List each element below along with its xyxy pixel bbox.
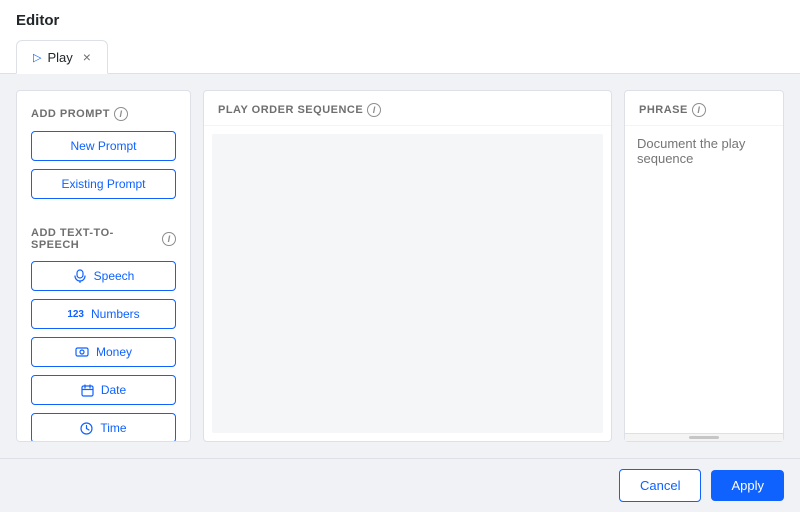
footer: Cancel Apply (0, 458, 800, 512)
middle-panel: PLAY ORDER SEQUENCE i (203, 90, 612, 442)
phrase-textarea[interactable] (637, 136, 771, 423)
resize-handle-area (625, 433, 783, 441)
speech-label: Speech (94, 269, 135, 283)
date-icon (81, 384, 94, 397)
numbers-icon: 123 (67, 309, 84, 320)
editor-title: Editor (16, 12, 784, 29)
speech-button[interactable]: Speech (31, 261, 176, 291)
tabs-row: ▷ Play × (16, 39, 784, 73)
phrase-body (625, 126, 783, 433)
add-prompt-info-icon[interactable]: i (114, 107, 128, 121)
money-label: Money (96, 345, 132, 359)
main-content: ADD PROMPT i New Prompt Existing Prompt … (0, 74, 800, 458)
play-order-sequence-header: PLAY ORDER SEQUENCE i (204, 91, 611, 126)
right-panel: PHRASE i (624, 90, 784, 442)
phrase-info-icon[interactable]: i (692, 103, 706, 117)
tab-play[interactable]: ▷ Play × (16, 40, 108, 74)
time-button[interactable]: Time (31, 413, 176, 442)
apply-button[interactable]: Apply (711, 470, 784, 501)
time-icon (80, 422, 93, 435)
existing-prompt-button[interactable]: Existing Prompt (31, 169, 176, 199)
phrase-header: PHRASE i (625, 91, 783, 126)
numbers-button[interactable]: 123 Numbers (31, 299, 176, 329)
play-order-sequence-body (212, 134, 603, 433)
money-button[interactable]: Money (31, 337, 176, 367)
add-prompt-section-label: ADD PROMPT i (31, 107, 176, 121)
tab-play-label: Play (47, 50, 72, 65)
editor-header: Editor ▷ Play × (0, 0, 800, 74)
left-panel: ADD PROMPT i New Prompt Existing Prompt … (16, 90, 191, 442)
resize-handle[interactable] (689, 436, 719, 439)
time-label: Time (100, 421, 126, 435)
add-tts-section-label: ADD TEXT-TO-SPEECH i (31, 227, 176, 251)
date-label: Date (101, 383, 126, 397)
cancel-button[interactable]: Cancel (619, 469, 701, 502)
editor-container: Editor ▷ Play × ADD PROMPT i New Prompt … (0, 0, 800, 512)
play-order-info-icon[interactable]: i (367, 103, 381, 117)
numbers-label: Numbers (91, 307, 140, 321)
new-prompt-button[interactable]: New Prompt (31, 131, 176, 161)
add-tts-info-icon[interactable]: i (162, 232, 176, 246)
play-icon: ▷ (33, 51, 41, 64)
tab-close-icon[interactable]: × (83, 49, 91, 65)
money-icon (75, 345, 89, 359)
date-button[interactable]: Date (31, 375, 176, 405)
speech-icon (73, 269, 87, 283)
